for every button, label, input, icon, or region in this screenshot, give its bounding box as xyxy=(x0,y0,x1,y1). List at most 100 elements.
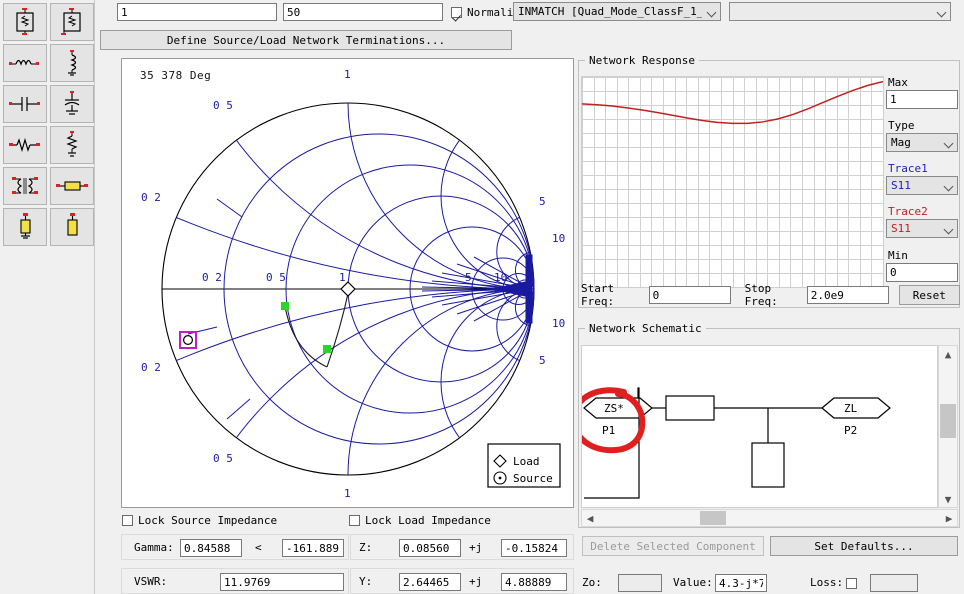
smith-label: 10 xyxy=(552,317,565,330)
smith-label: 0 2 xyxy=(141,191,161,204)
lock-load-impedance-wrap[interactable]: Lock Load Impedance xyxy=(349,514,491,527)
scroll-up-icon[interactable]: ▲ xyxy=(939,346,957,362)
palette-shunt-resistor-button[interactable] xyxy=(50,126,94,164)
smith-legend: Load Source xyxy=(487,443,561,488)
lock-source-impedance-wrap[interactable]: Lock Source Impedance xyxy=(122,514,277,527)
z-imag-field[interactable] xyxy=(501,539,567,557)
value-field[interactable] xyxy=(715,574,767,592)
palette-shunt-inductor-button[interactable] xyxy=(50,44,94,82)
lock-source-impedance-checkbox[interactable] xyxy=(122,515,133,526)
y-plus-j-label: +j xyxy=(469,575,483,588)
impedance-field-1[interactable] xyxy=(117,3,277,21)
network-schematic-title: Network Schematic xyxy=(585,322,706,335)
value-label: Value: xyxy=(673,576,713,589)
y-imag-field[interactable] xyxy=(501,573,567,591)
reset-label: Reset xyxy=(912,288,946,302)
smith-label: 1 xyxy=(344,68,351,81)
smith-label: 0 5 xyxy=(266,271,286,284)
palette-shorted-stub-button[interactable] xyxy=(3,208,47,246)
palette-shunt-rlc-box-button[interactable] xyxy=(50,3,94,41)
stop-freq-field[interactable] xyxy=(806,286,889,304)
lock-load-impedance-label: Lock Load Impedance xyxy=(365,514,491,527)
top-toolbar: Normalize INMATCH [Quad_Mode_ClassF_1_li… xyxy=(95,0,964,58)
scroll-down-icon[interactable]: ▼ xyxy=(939,491,957,507)
palette-series-rlc-box-button[interactable] xyxy=(3,3,47,41)
smith-node-marker[interactable] xyxy=(323,345,331,353)
palette-series-capacitor-button[interactable] xyxy=(3,85,47,123)
palette-series-transmission-line-button[interactable] xyxy=(50,167,94,205)
vertical-scroll-thumb[interactable] xyxy=(940,404,956,438)
loss-checkbox[interactable] xyxy=(846,578,857,589)
gamma-magnitude-field[interactable] xyxy=(180,539,242,557)
z-real-field[interactable] xyxy=(399,539,461,557)
trace1-value: S11 xyxy=(891,179,911,192)
gamma-label: Gamma: xyxy=(134,541,174,554)
start-freq-label: Start Freq: xyxy=(581,282,615,308)
network-schematic-canvas[interactable]: ZS* P1 ZL P2 xyxy=(581,345,938,508)
load-marker[interactable] xyxy=(340,281,356,297)
palette-series-inductor-button[interactable] xyxy=(3,44,47,82)
smith-label: 10 xyxy=(494,271,507,284)
zo-field[interactable] xyxy=(618,574,662,592)
palette-shunt-capacitor-button[interactable] xyxy=(50,85,94,123)
max-field[interactable] xyxy=(886,90,958,109)
palette-open-stub-button[interactable] xyxy=(50,208,94,246)
palette-series-resistor-button[interactable] xyxy=(3,126,47,164)
component-palette xyxy=(0,0,95,594)
horizontal-scroll-thumb[interactable] xyxy=(700,511,726,525)
smith-label: 5 xyxy=(465,271,472,284)
max-label: Max xyxy=(888,76,908,89)
smith-label: 0 2 xyxy=(141,361,161,374)
source-marker[interactable] xyxy=(179,331,197,349)
set-defaults-button[interactable]: Set Defaults... xyxy=(770,536,958,556)
min-label: Min xyxy=(888,249,908,262)
network-select-value: INMATCH [Quad_Mode_ClassF_1_lil xyxy=(518,5,702,18)
smith-node-marker[interactable] xyxy=(281,302,289,310)
loss-field[interactable] xyxy=(870,574,918,592)
network-select-dropdown[interactable]: INMATCH [Quad_Mode_ClassF_1_lil xyxy=(513,2,721,21)
vswr-label: VSWR: xyxy=(134,575,168,588)
network-response-title: Network Response xyxy=(585,54,699,67)
vswr-group: VSWR: xyxy=(121,568,349,594)
trace2-label: Trace2 xyxy=(888,205,928,218)
legend-source-label: Source xyxy=(513,472,553,485)
delete-selected-component-label: Delete Selected Component xyxy=(590,539,756,553)
smith-label: 5 xyxy=(539,195,546,208)
network-response-controls: Max Type Mag Trace1 S11 Trace2 S11 Min xyxy=(886,76,958,282)
min-field[interactable] xyxy=(886,263,958,282)
lock-source-impedance-label: Lock Source Impedance xyxy=(138,514,278,527)
network-response-plot[interactable] xyxy=(581,76,884,288)
impedance-field-2[interactable] xyxy=(283,3,443,21)
schematic-horizontal-scrollbar[interactable]: ◀ ▶ xyxy=(581,509,958,527)
palette-transformer-button[interactable] xyxy=(3,167,47,205)
type-value: Mag xyxy=(891,136,911,149)
y-real-field[interactable] xyxy=(399,573,461,591)
vswr-field[interactable] xyxy=(220,573,344,591)
trace2-value: S11 xyxy=(891,222,911,235)
scroll-right-icon[interactable]: ▶ xyxy=(941,510,957,526)
smith-chart-panel[interactable]: 35 378 Deg 0 5 1 0 2 5 10 0 2 0 5 1 5 10… xyxy=(121,58,574,508)
scroll-left-icon[interactable]: ◀ xyxy=(582,510,598,526)
smith-label: 0 2 xyxy=(202,271,222,284)
smith-chart-graphic[interactable]: 0 5 1 0 2 5 10 0 2 0 5 1 5 10 0 2 10 5 0… xyxy=(122,59,573,507)
aux-select-dropdown[interactable] xyxy=(729,2,951,21)
smith-label: 1 xyxy=(344,487,351,500)
lock-load-impedance-checkbox[interactable] xyxy=(349,515,360,526)
delete-selected-component-button[interactable]: Delete Selected Component xyxy=(582,536,764,556)
network-response-graphic xyxy=(581,77,884,288)
smith-label: 10 xyxy=(552,232,565,245)
reset-button[interactable]: Reset xyxy=(898,285,960,305)
type-dropdown[interactable]: Mag xyxy=(886,133,958,152)
schematic-graphic[interactable]: ZS* P1 ZL P2 xyxy=(582,346,937,507)
normalize-checkbox[interactable] xyxy=(451,6,462,18)
trace1-dropdown[interactable]: S11 xyxy=(886,176,958,195)
frequency-row: Start Freq: Stop Freq: Reset xyxy=(581,282,960,308)
smith-label: 1 xyxy=(339,271,346,284)
gamma-angle-field[interactable] xyxy=(282,539,344,557)
schematic-vertical-scrollbar[interactable]: ▲ ▼ xyxy=(938,345,958,508)
impedance-matching-window: Normalize INMATCH [Quad_Mode_ClassF_1_li… xyxy=(0,0,964,594)
define-terminations-button[interactable]: Define Source/Load Network Terminations.… xyxy=(100,30,512,50)
start-freq-field[interactable] xyxy=(648,286,731,304)
trace2-dropdown[interactable]: S11 xyxy=(886,219,958,238)
trace1-label: Trace1 xyxy=(888,162,928,175)
